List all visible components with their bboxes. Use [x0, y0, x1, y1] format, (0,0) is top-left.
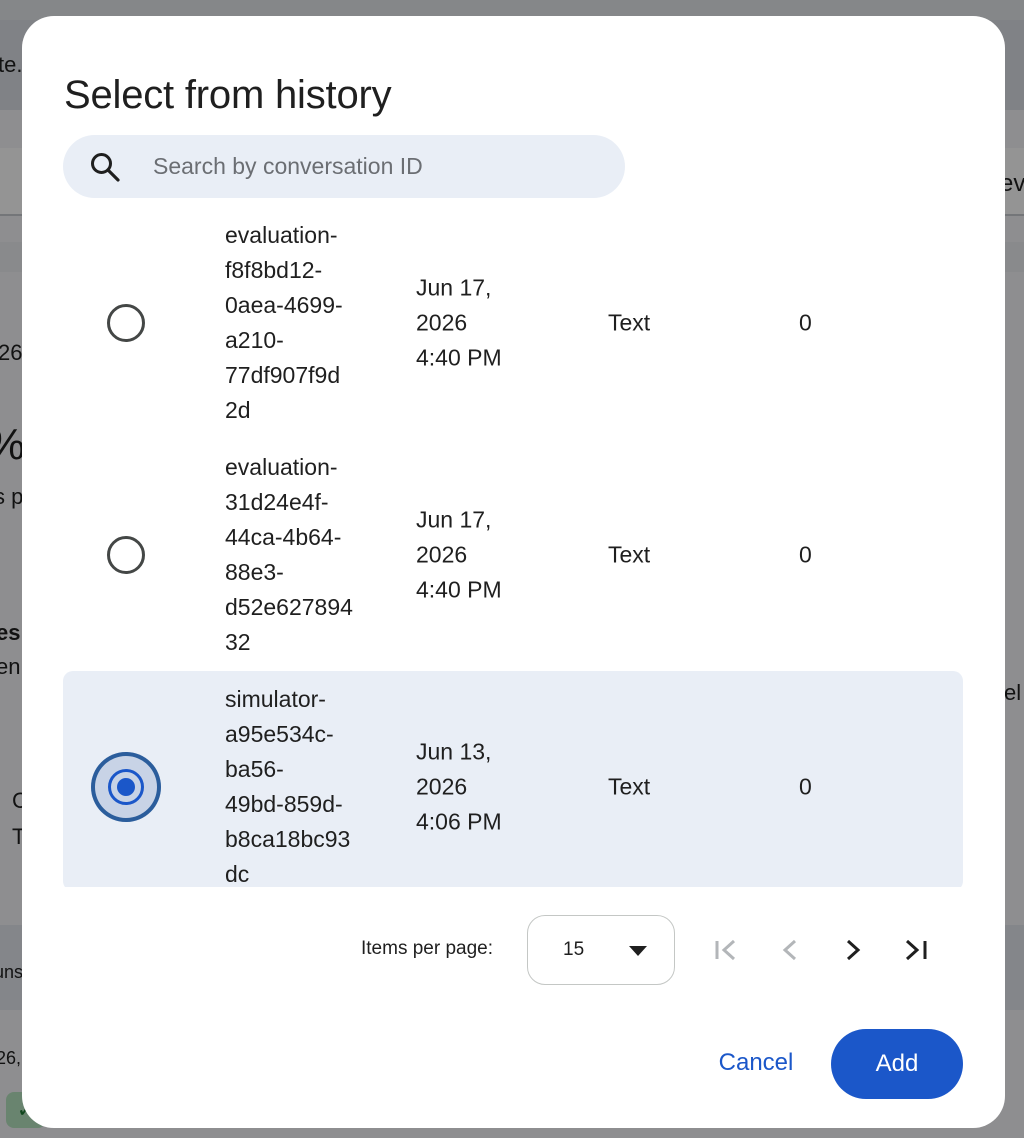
- conversation-id: evaluation- f8f8bd12- 0aea-4699- a210- 7…: [225, 225, 343, 423]
- cancel-button[interactable]: Cancel: [702, 1031, 810, 1095]
- search-bar[interactable]: [63, 135, 625, 198]
- conversation-type: Text: [608, 309, 651, 336]
- chevron-right-icon: [846, 939, 861, 961]
- dialog-title: Select from history: [64, 73, 392, 117]
- search-icon: [88, 150, 122, 184]
- history-row-selected[interactable]: simulator- a95e534c- ba56- 49bd-859d- b8…: [22, 671, 1005, 887]
- row-radio[interactable]: [107, 304, 145, 342]
- conversation-date: Jun 17, 2026 4:40 PM: [416, 506, 502, 603]
- row-radio[interactable]: [107, 536, 145, 574]
- chevron-left-icon: [782, 939, 797, 961]
- previous-page-button[interactable]: [768, 930, 812, 970]
- select-history-dialog: Select from history evaluation- f8f8bd12…: [22, 16, 1005, 1128]
- first-page-button[interactable]: [705, 930, 749, 970]
- conversation-date: Jun 17, 2026 4:40 PM: [416, 274, 502, 371]
- row-radio-checked[interactable]: [91, 752, 161, 822]
- last-page-button[interactable]: [894, 930, 938, 970]
- first-page-icon: [715, 939, 736, 961]
- conversation-type: Text: [608, 541, 651, 568]
- items-per-page-select[interactable]: 15: [527, 915, 675, 985]
- conversation-id: simulator- a95e534c- ba56- 49bd-859d- b8…: [225, 686, 351, 887]
- conversation-id: evaluation- 31d24e4f- 44ca-4b64- 88e3- d…: [225, 454, 353, 655]
- conversation-date: Jun 13, 2026 4:06 PM: [416, 738, 502, 835]
- add-button[interactable]: Add: [831, 1029, 963, 1099]
- search-input[interactable]: [153, 135, 603, 198]
- dropdown-arrow-icon: [629, 946, 647, 956]
- items-per-page-label: Items per page:: [361, 938, 494, 959]
- conversation-count: 0: [799, 309, 812, 336]
- history-list: evaluation- f8f8bd12- 0aea-4699- a210- 7…: [22, 225, 1005, 887]
- history-row[interactable]: evaluation- f8f8bd12- 0aea-4699- a210- 7…: [22, 225, 1005, 439]
- history-row[interactable]: evaluation- 31d24e4f- 44ca-4b64- 88e3- d…: [22, 439, 1005, 671]
- conversation-count: 0: [799, 773, 812, 800]
- next-page-button[interactable]: [831, 930, 875, 970]
- conversation-count: 0: [799, 541, 812, 568]
- conversation-type: Text: [608, 773, 651, 800]
- last-page-icon: [905, 939, 927, 961]
- items-per-page-value: 15: [563, 939, 585, 960]
